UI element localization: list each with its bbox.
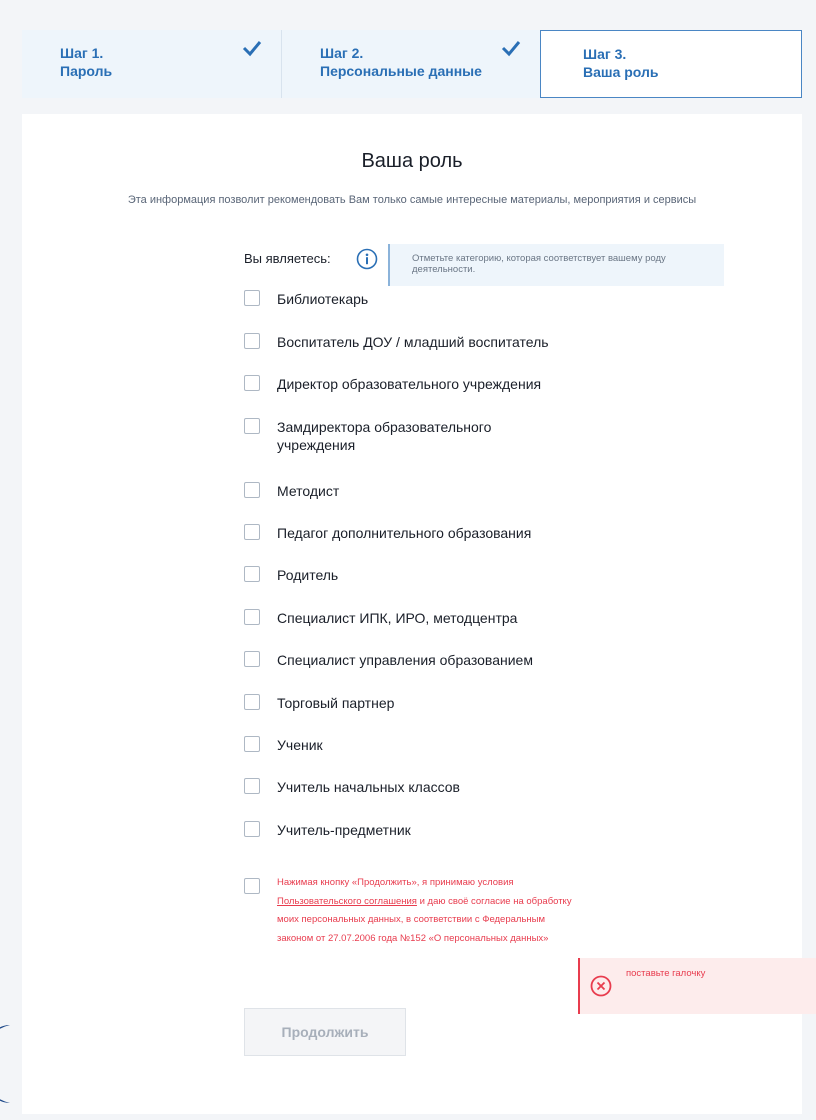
info-icon[interactable]	[356, 248, 378, 270]
role-option-student[interactable]: Ученик	[244, 736, 323, 754]
checkbox[interactable]	[244, 821, 260, 837]
page-subtitle: Эта информация позволит рекомендовать Ва…	[127, 194, 697, 206]
role-option-label: Педагог дополнительного образования	[277, 525, 532, 541]
role-option-kindergarten-teacher[interactable]: Воспитатель ДОУ / младший воспитатель	[244, 333, 549, 351]
checkbox[interactable]	[244, 566, 260, 582]
edge-widget-icon	[0, 1025, 10, 1103]
role-option-ipk-specialist[interactable]: Специалист ИПК, ИРО, методцентра	[244, 609, 517, 627]
checkbox[interactable]	[244, 609, 260, 625]
error-message: поставьте галочку	[626, 968, 706, 979]
continue-button[interactable]: Продолжить	[244, 1008, 406, 1056]
role-option-label: Учитель начальных классов	[277, 779, 460, 795]
role-option-deputy-director[interactable]: Замдиректора образовательного учреждения	[244, 418, 537, 454]
role-hint-tooltip: Отметьте категорию, которая соответствуе…	[388, 244, 724, 286]
error-toast: поставьте галочку	[578, 958, 816, 1014]
user-agreement-link[interactable]: Пользовательского соглашения	[277, 896, 417, 907]
role-option-parent[interactable]: Родитель	[244, 566, 338, 584]
role-option-methodist[interactable]: Методист	[244, 482, 339, 500]
step-3-name: Ваша роль	[583, 64, 659, 80]
step-2[interactable]: Шаг 2. Персональные данные	[282, 30, 540, 98]
role-option-label: Учитель-предметник	[277, 822, 411, 838]
you-are-label: Вы являетесь:	[244, 251, 331, 266]
agreement-text: Нажимая кнопку «Продолжить», я принимаю …	[277, 874, 577, 948]
role-option-label: Специалист управления образованием	[277, 652, 533, 668]
role-option-subject-teacher[interactable]: Учитель-предметник	[244, 821, 411, 839]
role-option-label: Специалист ИПК, ИРО, методцентра	[277, 610, 518, 626]
error-close-icon	[590, 975, 612, 997]
checkbox[interactable]	[244, 651, 260, 667]
step-1[interactable]: Шаг 1. Пароль	[22, 30, 282, 98]
checkbox[interactable]	[244, 778, 260, 794]
role-option-label: Библиотекарь	[277, 291, 369, 307]
checkbox[interactable]	[244, 694, 260, 710]
role-option-extra-education[interactable]: Педагог дополнительного образования	[244, 524, 531, 542]
step-2-name: Персональные данные	[320, 63, 482, 79]
agreement-text-before: Нажимая кнопку «Продолжить», я принимаю …	[277, 877, 514, 888]
checkmark-icon	[242, 41, 262, 57]
agreement-checkbox[interactable]	[244, 878, 260, 894]
checkbox[interactable]	[244, 333, 260, 349]
role-option-label: Директор образовательного учреждения	[277, 376, 542, 392]
role-option-label: Родитель	[277, 567, 339, 583]
role-option-primary-teacher[interactable]: Учитель начальных классов	[244, 778, 460, 796]
checkbox[interactable]	[244, 290, 260, 306]
role-option-label: Воспитатель ДОУ / младший воспитатель	[277, 334, 549, 350]
checkbox[interactable]	[244, 736, 260, 752]
step-1-name: Пароль	[60, 63, 113, 79]
role-option-librarian[interactable]: Библиотекарь	[244, 290, 368, 308]
role-option-label: Методист	[277, 483, 340, 499]
role-option-label: Ученик	[277, 737, 323, 753]
role-option-trade-partner[interactable]: Торговый партнер	[244, 694, 394, 712]
checkbox[interactable]	[244, 375, 260, 391]
role-option-education-management[interactable]: Специалист управления образованием	[244, 651, 533, 669]
role-option-label: Замдиректора образовательного учреждения	[277, 419, 492, 453]
page-title: Ваша роль	[361, 150, 463, 172]
step-3-label: Шаг 3.	[583, 46, 627, 62]
checkbox[interactable]	[244, 418, 260, 434]
step-3[interactable]: Шаг 3. Ваша роль	[540, 30, 802, 98]
checkbox[interactable]	[244, 482, 260, 498]
checkmark-icon	[501, 41, 521, 57]
role-option-director[interactable]: Директор образовательного учреждения	[244, 375, 541, 393]
agreement-consent: Нажимая кнопку «Продолжить», я принимаю …	[244, 874, 577, 948]
role-option-label: Торговый партнер	[277, 695, 395, 711]
checkbox[interactable]	[244, 524, 260, 540]
step-progress: Шаг 1. Пароль Шаг 2. Персональные данные…	[22, 30, 802, 98]
